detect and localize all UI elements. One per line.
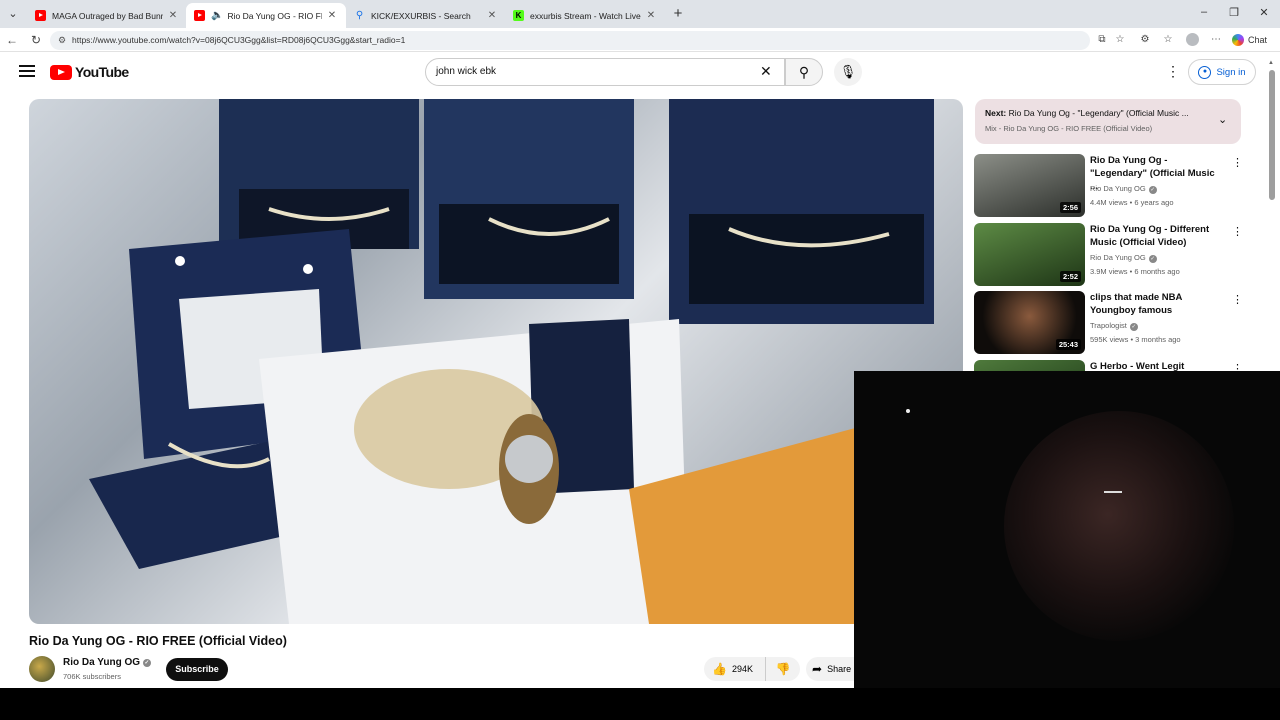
thumbs-down-icon: 👎 — [775, 662, 791, 676]
scroll-up-icon[interactable]: ▲ — [1268, 60, 1274, 66]
duration-badge: 2:52 — [1059, 271, 1081, 282]
recommendation-item[interactable]: 25:43 clips that made NBA Youngboy famou… — [974, 291, 1243, 355]
streamer-silhouette — [1004, 411, 1234, 641]
hamburger-menu-icon[interactable] — [19, 65, 35, 79]
kick-icon: K — [513, 10, 524, 21]
subscribe-button[interactable]: Subscribe — [166, 658, 228, 681]
duration-badge: 2:56 — [1059, 202, 1081, 213]
more-actions-icon[interactable]: ⋮ — [1232, 156, 1243, 169]
profile-avatar-icon[interactable] — [1184, 32, 1200, 48]
recommendation-item[interactable]: 2:56 Rio Da Yung Og - "Legendary" (Offic… — [974, 154, 1243, 218]
channel-name[interactable]: Rio Da Yung OG ✓ — [63, 657, 151, 668]
reload-icon[interactable]: ↻ — [28, 32, 44, 48]
more-actions-icon[interactable]: ⋮ — [1232, 225, 1243, 238]
tab-rio-free[interactable]: 🔈 Rio Da Yung OG - RIO FREE (O ✕ — [186, 3, 346, 28]
verified-icon: ✓ — [1148, 186, 1157, 194]
dislike-button[interactable]: 👎 — [766, 662, 800, 676]
chevron-down-icon[interactable]: ⌄ — [1218, 113, 1227, 126]
voice-search-icon[interactable]: 🎙 — [834, 58, 862, 86]
search-input[interactable]: john wick ebk — [425, 58, 785, 86]
video-player[interactable] — [29, 99, 963, 624]
like-dislike-group: 👍 294K 👎 — [704, 657, 800, 681]
scroll-thumb[interactable] — [1269, 70, 1275, 200]
tab-search-chevron-icon[interactable]: ⌄ — [5, 6, 21, 22]
close-tab-icon[interactable]: ✕ — [486, 10, 498, 21]
extensions-icon[interactable]: ⚙ — [1137, 32, 1153, 48]
recommendation-item[interactable]: 2:52 Rio Da Yung Og - Different Music (O… — [974, 223, 1243, 287]
black-bar — [0, 688, 1280, 720]
tab-kick-stream[interactable]: K exxurbis Stream - Watch Live on K ✕ — [505, 3, 665, 28]
recommendation-channel[interactable]: Rio Da Yung OG ✓ — [1090, 253, 1157, 263]
search-button[interactable]: ⚲ — [785, 58, 823, 86]
recommendation-meta: 595K views • 3 months ago — [1090, 335, 1181, 344]
subscriber-count: 706K subscribers — [63, 672, 121, 681]
address-bar: ← ↻ ⚙ https://www.youtube.com/watch?v=08… — [0, 28, 1280, 52]
back-icon[interactable]: ← — [4, 32, 20, 48]
account-icon: ● — [1198, 65, 1212, 79]
mix-title: Mix - Rio Da Yung OG - RIO FREE (Officia… — [985, 124, 1153, 133]
video-frame — [89, 99, 963, 624]
tab-maga-outraged[interactable]: MAGA Outraged by Bad Bunny's S ✕ — [27, 3, 187, 28]
chat-button[interactable]: Chat — [1232, 31, 1267, 49]
tab-kick-search[interactable]: ⚲ KICK/EXXURBIS - Search ✕ — [346, 3, 506, 28]
video-thumbnail[interactable]: 25:43 — [974, 291, 1085, 354]
verified-icon: ✓ — [1129, 323, 1138, 331]
like-button[interactable]: 👍 294K — [704, 657, 766, 681]
close-tab-icon[interactable]: ✕ — [645, 10, 657, 21]
video-thumbnail[interactable]: 2:56 — [974, 154, 1085, 217]
close-window-icon[interactable]: ✕ — [1256, 6, 1272, 19]
tab-strip: ⌄ MAGA Outraged by Bad Bunny's S ✕ 🔈 Rio… — [0, 0, 1280, 28]
duration-badge: 25:43 — [1055, 339, 1081, 350]
share-icon: ➦ — [812, 662, 823, 676]
youtube-logo[interactable]: YouTube — [50, 64, 129, 80]
next-up-card[interactable]: Next: Rio Da Yung Og - "Legendary" (Offi… — [975, 99, 1241, 144]
video-thumbnail[interactable]: 2:52 — [974, 223, 1085, 286]
minimize-icon[interactable]: – — [1196, 6, 1212, 18]
maximize-icon[interactable]: ❐ — [1226, 6, 1242, 19]
verified-icon: ✓ — [1148, 255, 1157, 263]
next-title: Next: Rio Da Yung Og - "Legendary" (Offi… — [985, 108, 1189, 118]
verified-icon: ✓ — [142, 659, 151, 667]
search-icon: ⚲ — [798, 64, 810, 80]
channel-avatar[interactable] — [29, 656, 55, 682]
site-info-icon[interactable]: ⚙ — [58, 31, 66, 50]
youtube-play-icon — [50, 64, 72, 80]
bookmark-star-icon[interactable]: ☆ — [1112, 32, 1128, 48]
recommendation-title[interactable]: Rio Da Yung Og - Different Music (Offici… — [1090, 223, 1220, 249]
close-tab-icon[interactable]: ✕ — [167, 10, 179, 21]
light-streak — [1104, 491, 1122, 493]
recommendation-channel[interactable]: Rio Da Yung OG ✓ — [1090, 184, 1157, 194]
close-tab-icon[interactable]: ✕ — [326, 10, 338, 21]
recommendation-meta: 4.4M views • 6 years ago — [1090, 198, 1174, 207]
new-tab-icon[interactable]: + — [670, 6, 686, 22]
video-title: Rio Da Yung OG - RIO FREE (Official Vide… — [29, 634, 287, 648]
url-field[interactable]: ⚙ https://www.youtube.com/watch?v=08j6QC… — [50, 31, 1090, 50]
webcam-overlay — [854, 371, 1280, 689]
sign-in-button[interactable]: ● Sign in — [1188, 59, 1256, 85]
youtube-icon — [35, 10, 46, 21]
light-dot — [906, 409, 910, 413]
more-actions-icon[interactable]: ⋮ — [1232, 293, 1243, 306]
recommendation-meta: 3.9M views • 6 months ago — [1090, 267, 1180, 276]
youtube-icon — [194, 10, 205, 21]
settings-kebab-icon[interactable]: ⋮ — [1166, 63, 1180, 80]
search-icon: ⚲ — [355, 10, 364, 21]
recommendation-channel[interactable]: Trapologist ✓ — [1090, 321, 1138, 331]
install-app-icon[interactable]: ⧉ — [1094, 32, 1110, 48]
recommendation-title[interactable]: clips that made NBA Youngboy famous — [1090, 291, 1220, 317]
speaker-icon[interactable]: 🔈 — [211, 10, 223, 21]
more-menu-icon[interactable]: ⋯ — [1208, 32, 1224, 48]
copilot-icon — [1232, 34, 1244, 46]
thumbs-up-icon: 👍 — [712, 662, 727, 676]
favorites-icon[interactable]: ☆ — [1160, 32, 1176, 48]
clear-search-icon[interactable]: ✕ — [760, 63, 772, 80]
